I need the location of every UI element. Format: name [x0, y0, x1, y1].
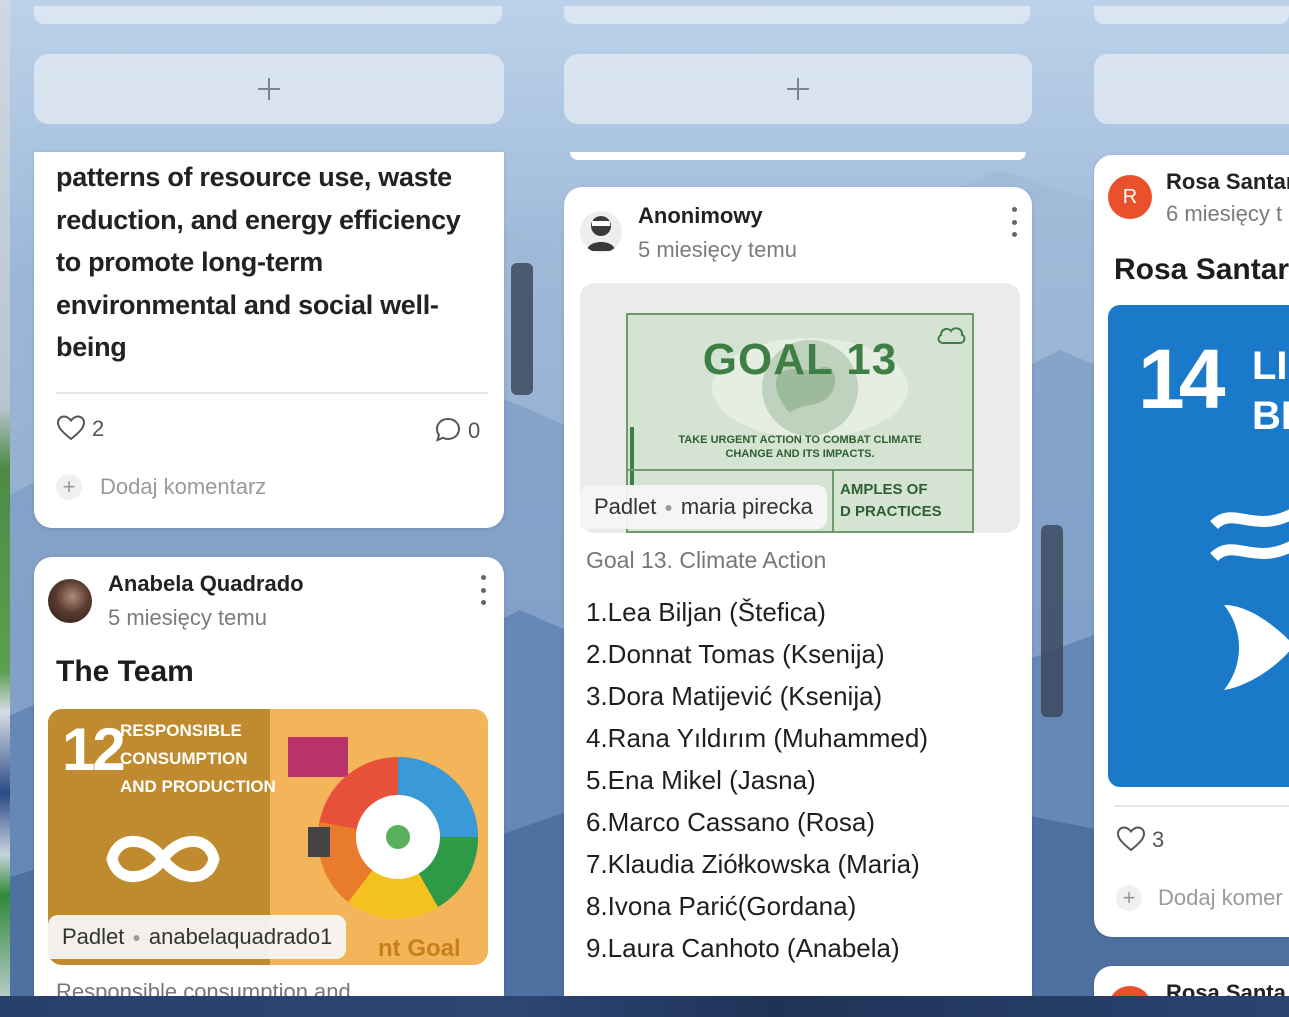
more-options-icon[interactable] — [1011, 207, 1017, 237]
column-1-add-post-button[interactable] — [34, 54, 504, 124]
post-body-line: environmental and social well- — [56, 289, 439, 320]
list-item: 5.Ena Mikel (Jasna) — [586, 765, 816, 795]
add-comment-input[interactable]: Dodaj komer — [1158, 885, 1283, 911]
plus-icon — [258, 78, 280, 100]
post-time: 5 miesięcy temu — [108, 605, 267, 630]
thermometer-line — [630, 427, 634, 487]
goal13-subtitle-line: TAKE URGENT ACTION TO COMBAT CLIMATE — [678, 434, 922, 446]
avatar[interactable]: R — [1108, 175, 1152, 219]
sdg-label-line: AND PRODUCTION — [120, 777, 276, 796]
list-item: 1.Lea Biljan (Štefica) — [586, 597, 826, 627]
sdg-label: RESPONSIBLE CONSUMPTION AND PRODUCTION — [120, 717, 276, 801]
goal13-subtitle-line: CHANGE AND ITS IMPACTS. — [725, 448, 875, 460]
post-card[interactable]: Anonimowy 5 miesięcy temu GOAL 13 TAKE U… — [564, 187, 1032, 1017]
heart-icon[interactable] — [56, 414, 86, 442]
infinity-icon — [106, 835, 220, 883]
poster-box: AMPLES OF D PRACTICES — [832, 471, 974, 533]
add-comment-icon: + — [1116, 885, 1142, 911]
previous-card-edge — [570, 152, 1026, 160]
plus-icon — [787, 78, 809, 100]
post-title: The Team — [56, 655, 194, 688]
bottom-taskbar-strip — [0, 996, 1289, 1017]
post-body-line: reduction, and energy efficiency — [56, 204, 461, 235]
anonymous-icon — [587, 216, 615, 251]
attachment-owner: anabelaquadrado1 — [148, 924, 333, 949]
divider — [1114, 805, 1289, 807]
list-item: 7.Klaudia Ziółkowska (Maria) — [586, 849, 920, 879]
like-count: 3 — [1152, 827, 1165, 852]
sdg-label: LIF BE — [1252, 341, 1289, 441]
column-3-top-stub — [1094, 6, 1289, 24]
comment-count: 0 — [468, 418, 481, 443]
column-3-add-post-button[interactable] — [1094, 54, 1289, 124]
like-count: 2 — [92, 416, 105, 441]
separator-dot: ● — [132, 929, 141, 945]
separator-dot: ● — [664, 499, 673, 515]
sdg-number: 14 — [1138, 332, 1225, 426]
add-comment-input[interactable]: Dodaj komentarz — [100, 474, 266, 500]
sdg-label-line: CONSUMPTION — [120, 749, 248, 768]
column-1-top-stub — [34, 6, 502, 24]
avatar[interactable] — [48, 579, 92, 623]
list-item: 2.Donnat Tomas (Ksenija) — [586, 639, 885, 669]
post-time: 5 miesięcy temu — [638, 237, 797, 262]
column-1-scrollbar[interactable] — [511, 263, 533, 395]
list-item: 9.Laura Canhoto (Anabela) — [586, 933, 900, 963]
left-edge-strip — [0, 0, 10, 1017]
sdg-label-line: LIF — [1252, 344, 1289, 388]
sdg-wheel-graphic — [288, 737, 478, 919]
sdg-number: 12 — [62, 716, 126, 783]
poster-box-line: D PRACTICES — [840, 503, 942, 520]
attachment-source-label[interactable]: Padlet ● anabelaquadrado1 — [48, 915, 347, 959]
post-author[interactable]: Anonimowy — [638, 203, 763, 229]
comment-icon[interactable] — [434, 416, 462, 444]
attachment-owner: maria pirecka — [680, 494, 813, 519]
column-2-add-post-button[interactable] — [564, 54, 1032, 124]
list-item: 6.Marco Cassano (Rosa) — [586, 807, 875, 837]
post-author[interactable]: Rosa Santar — [1166, 169, 1289, 195]
post-subtitle: Goal 13. Climate Action — [586, 547, 827, 573]
attachment-source-label[interactable]: Padlet ● maria pirecka — [580, 485, 827, 529]
attachment-source: Padlet — [594, 494, 657, 519]
sdg-label-line: RESPONSIBLE — [120, 721, 242, 740]
list-item: 8.Ivona Parić(Gordana) — [586, 891, 857, 921]
column-2-scrollbar[interactable] — [1041, 525, 1063, 717]
poster-box-line: AMPLES OF — [840, 481, 928, 498]
post-card[interactable]: Anabela Quadrado 5 miesięcy temu The Tea… — [34, 557, 504, 1017]
attachment-image[interactable]: 14 LIF BE — [1108, 305, 1289, 787]
post-body-line: being — [56, 332, 127, 362]
post-time: 6 miesięcy t — [1166, 201, 1283, 226]
post-card[interactable]: R Rosa Santar 6 miesięcy t Rosa Santar 1… — [1094, 155, 1289, 937]
post-body: patterns of resource use, waste reductio… — [56, 156, 496, 369]
attachment-source: Padlet — [62, 924, 125, 949]
cloud-co2-icon — [937, 327, 966, 344]
goal13-subtitle: TAKE URGENT ACTION TO COMBAT CLIMATE CHA… — [630, 433, 970, 461]
post-author[interactable]: Anabela Quadrado — [108, 571, 304, 597]
post-card[interactable]: patterns of resource use, waste reductio… — [34, 152, 504, 528]
post-body-line: patterns of resource use, waste — [56, 162, 452, 192]
divider — [56, 392, 488, 394]
sdg-label-line: BE — [1252, 394, 1289, 438]
add-comment-icon: + — [56, 474, 82, 500]
fish-waves-icon — [1210, 509, 1289, 690]
post-body-line: to promote long-term — [56, 247, 323, 277]
anonymous-avatar[interactable] — [580, 211, 622, 253]
more-options-icon[interactable] — [480, 575, 486, 605]
heart-icon[interactable] — [1116, 825, 1146, 853]
list-item: 3.Dora Matijević (Ksenija) — [586, 681, 883, 711]
list-item: 4.Rana Yıldırım (Muhammed) — [586, 723, 928, 753]
attachment-overlay-text: nt Goal — [378, 935, 461, 962]
post-title: Rosa Santar — [1114, 253, 1289, 286]
column-2-top-stub — [564, 6, 1030, 24]
